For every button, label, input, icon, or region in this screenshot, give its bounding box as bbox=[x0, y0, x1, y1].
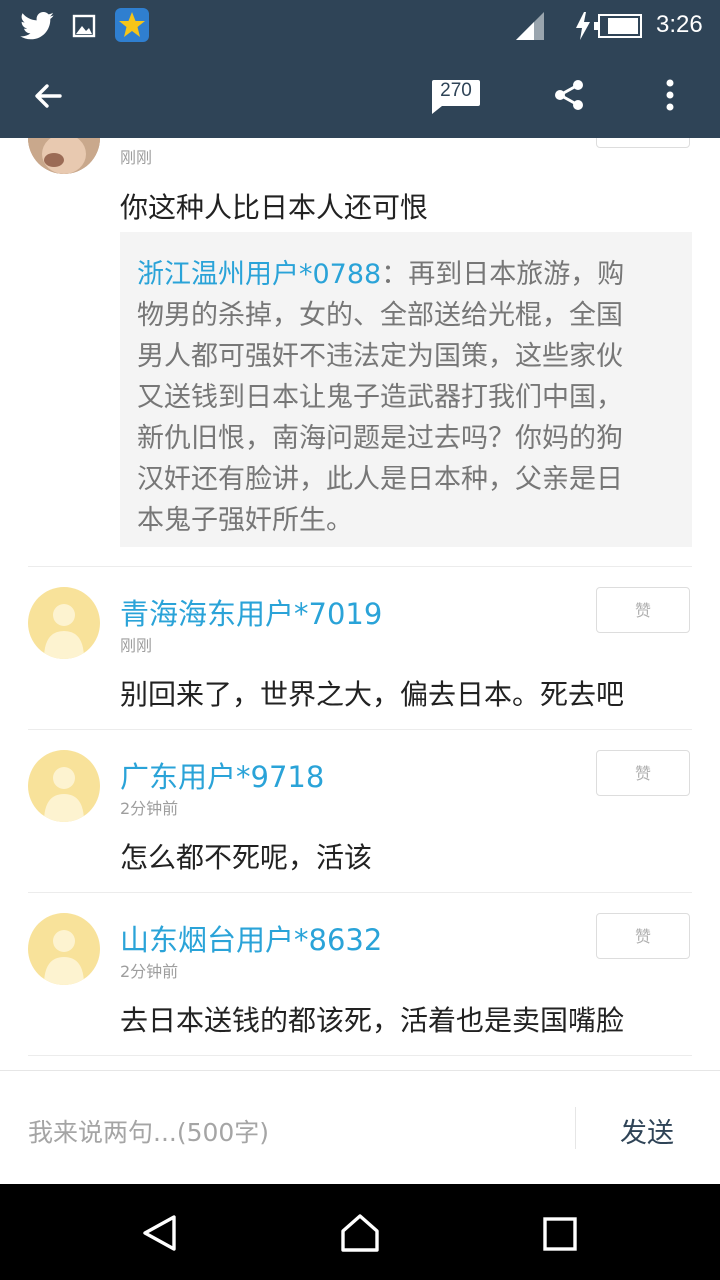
twitter-icon bbox=[20, 12, 54, 40]
back-triangle-icon[interactable] bbox=[141, 1214, 179, 1252]
charging-icon bbox=[576, 12, 590, 40]
battery-icon bbox=[594, 14, 642, 38]
quoted-text-line: 本鬼子强奸所生。 bbox=[137, 505, 353, 536]
image-icon bbox=[72, 14, 96, 38]
quoted-author[interactable]: 浙江温州用户*0788 bbox=[137, 259, 381, 290]
system-nav-bar bbox=[0, 1184, 720, 1280]
quoted-text-line: 新仇旧恨，南海问题是过去吗？你妈的狗 bbox=[137, 423, 623, 454]
comment-count: 270 bbox=[440, 80, 472, 101]
input-divider bbox=[575, 1107, 576, 1149]
send-button[interactable]: 发送 bbox=[600, 1111, 694, 1150]
default-avatar-icon bbox=[44, 767, 84, 822]
default-avatar-icon bbox=[44, 604, 84, 659]
like-button[interactable]: 赞 bbox=[596, 750, 690, 796]
back-arrow-icon[interactable] bbox=[30, 78, 66, 114]
quoted-text-line: 男人都可强奸不违法定为国策，这些家伙 bbox=[137, 341, 623, 372]
comment-count-button[interactable]: 270 bbox=[428, 78, 482, 116]
comment-time: 刚刚 bbox=[120, 148, 153, 167]
comment-input[interactable]: 我来说两句...(500字) bbox=[28, 1113, 558, 1149]
avatar[interactable] bbox=[28, 750, 100, 822]
comment-time: 刚刚 bbox=[120, 636, 153, 655]
status-bar: 3:26 bbox=[0, 0, 720, 52]
comment-text: 你这种人比日本人还可恨 bbox=[120, 191, 429, 224]
signal-icon bbox=[516, 12, 544, 40]
comment-time: 2分钟前 bbox=[120, 799, 179, 818]
comment-list[interactable]: 刚刚 你这种人比日本人还可恨 浙江温州用户*0788：再到日本旅游，购 物男的杀… bbox=[0, 138, 720, 1070]
divider bbox=[28, 1055, 692, 1056]
comment-input-bar: 我来说两句...(500字) 发送 bbox=[0, 1070, 720, 1184]
comment-item: 刚刚 你这种人比日本人还可恨 浙江温州用户*0788：再到日本旅游，购 物男的杀… bbox=[0, 138, 720, 566]
comment-text: 别回来了，世界之大，偏去日本。死去吧 bbox=[120, 678, 625, 711]
comment-item: 青海海东用户*7019 刚刚 赞 别回来了，世界之大，偏去日本。死去吧 bbox=[0, 567, 720, 729]
quoted-text-line: 又送钱到日本让鬼子造武器打我们中国， bbox=[137, 382, 623, 413]
comment-time: 2分钟前 bbox=[120, 962, 179, 981]
comment-username[interactable]: 广东用户*9718 bbox=[120, 754, 324, 796]
avatar[interactable] bbox=[28, 913, 100, 985]
comment-item: 山东烟台用户*8632 2分钟前 赞 去日本送钱的都该死，活着也是卖国嘴脸 bbox=[0, 893, 720, 1055]
avatar[interactable] bbox=[28, 138, 100, 174]
default-avatar-icon bbox=[44, 930, 84, 985]
like-button[interactable]: 赞 bbox=[596, 913, 690, 959]
home-icon[interactable] bbox=[339, 1212, 381, 1254]
comment-username[interactable]: 山东烟台用户*8632 bbox=[120, 917, 382, 959]
like-button[interactable]: 赞 bbox=[596, 587, 690, 633]
clock-time: 3:26 bbox=[656, 11, 703, 38]
quoted-comment: 浙江温州用户*0788：再到日本旅游，购 物男的杀掉，女的、全部送给光棍，全国 … bbox=[120, 232, 692, 547]
comment-username[interactable]: 青海海东用户*7019 bbox=[120, 591, 382, 633]
comment-text: 怎么都不死呢，活该 bbox=[120, 841, 373, 874]
share-icon[interactable] bbox=[552, 78, 586, 112]
quoted-text-line: ：再到日本旅游，购 bbox=[381, 259, 625, 290]
like-button[interactable] bbox=[596, 138, 690, 148]
recents-icon[interactable] bbox=[543, 1217, 577, 1251]
comment-item: 广东用户*9718 2分钟前 赞 怎么都不死呢，活该 bbox=[0, 730, 720, 892]
quoted-text-line: 汉奸还有脸讲，此人是日本种，父亲是日 bbox=[137, 464, 623, 495]
more-icon[interactable] bbox=[664, 78, 676, 112]
quoted-text-line: 物男的杀掉，女的、全部送给光棍，全国 bbox=[137, 300, 623, 331]
comment-text: 去日本送钱的都该死，活着也是卖国嘴脸 bbox=[120, 1004, 625, 1037]
star-app-icon bbox=[115, 8, 149, 42]
app-bar: 270 bbox=[0, 52, 720, 138]
avatar[interactable] bbox=[28, 587, 100, 659]
